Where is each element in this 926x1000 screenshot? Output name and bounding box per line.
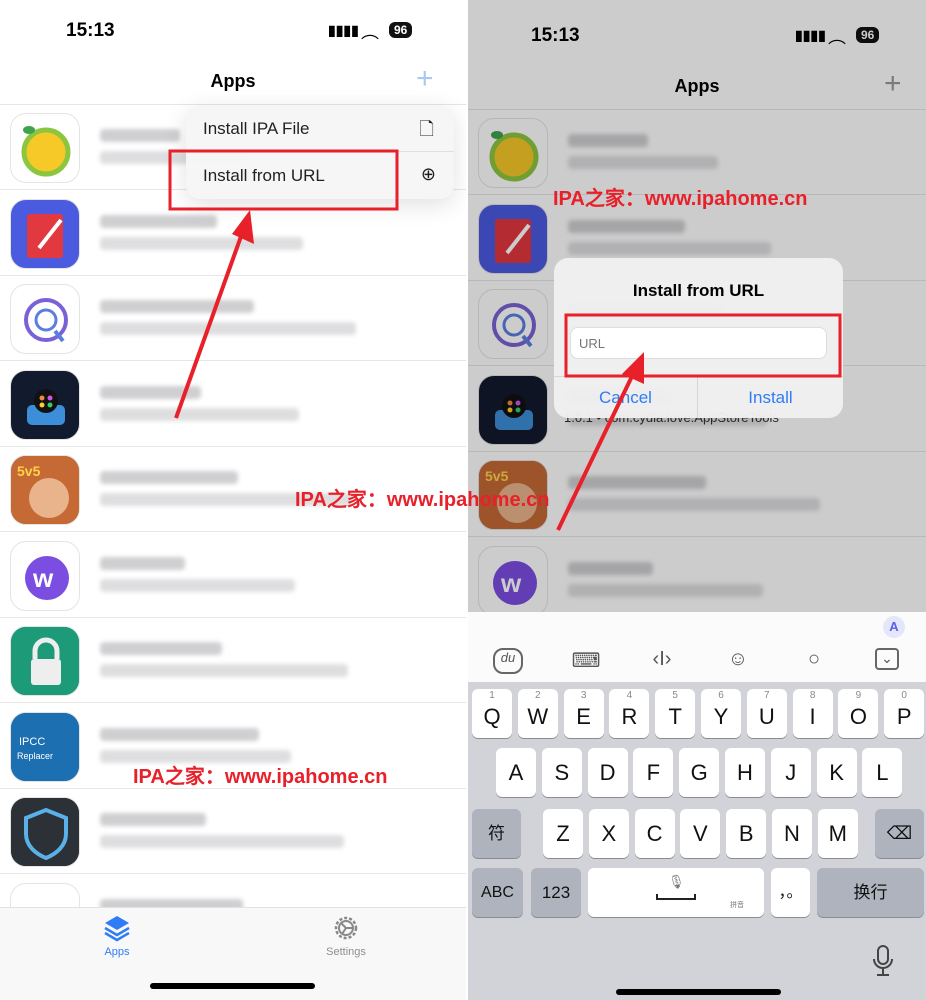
arrow-head [622, 352, 644, 384]
watermark: IPA之家：www.ipahome.cn [553, 188, 808, 210]
watermark: IPA之家：www.ipahome.cn [133, 766, 388, 788]
watermark: IPA之家：www.ipahome.cn [295, 489, 550, 511]
arrow-line [174, 227, 246, 419]
arrow-head [232, 210, 254, 244]
highlight-box-install-url [168, 149, 399, 211]
highlight-box-url-input [564, 313, 842, 378]
arrow-line [556, 369, 637, 531]
